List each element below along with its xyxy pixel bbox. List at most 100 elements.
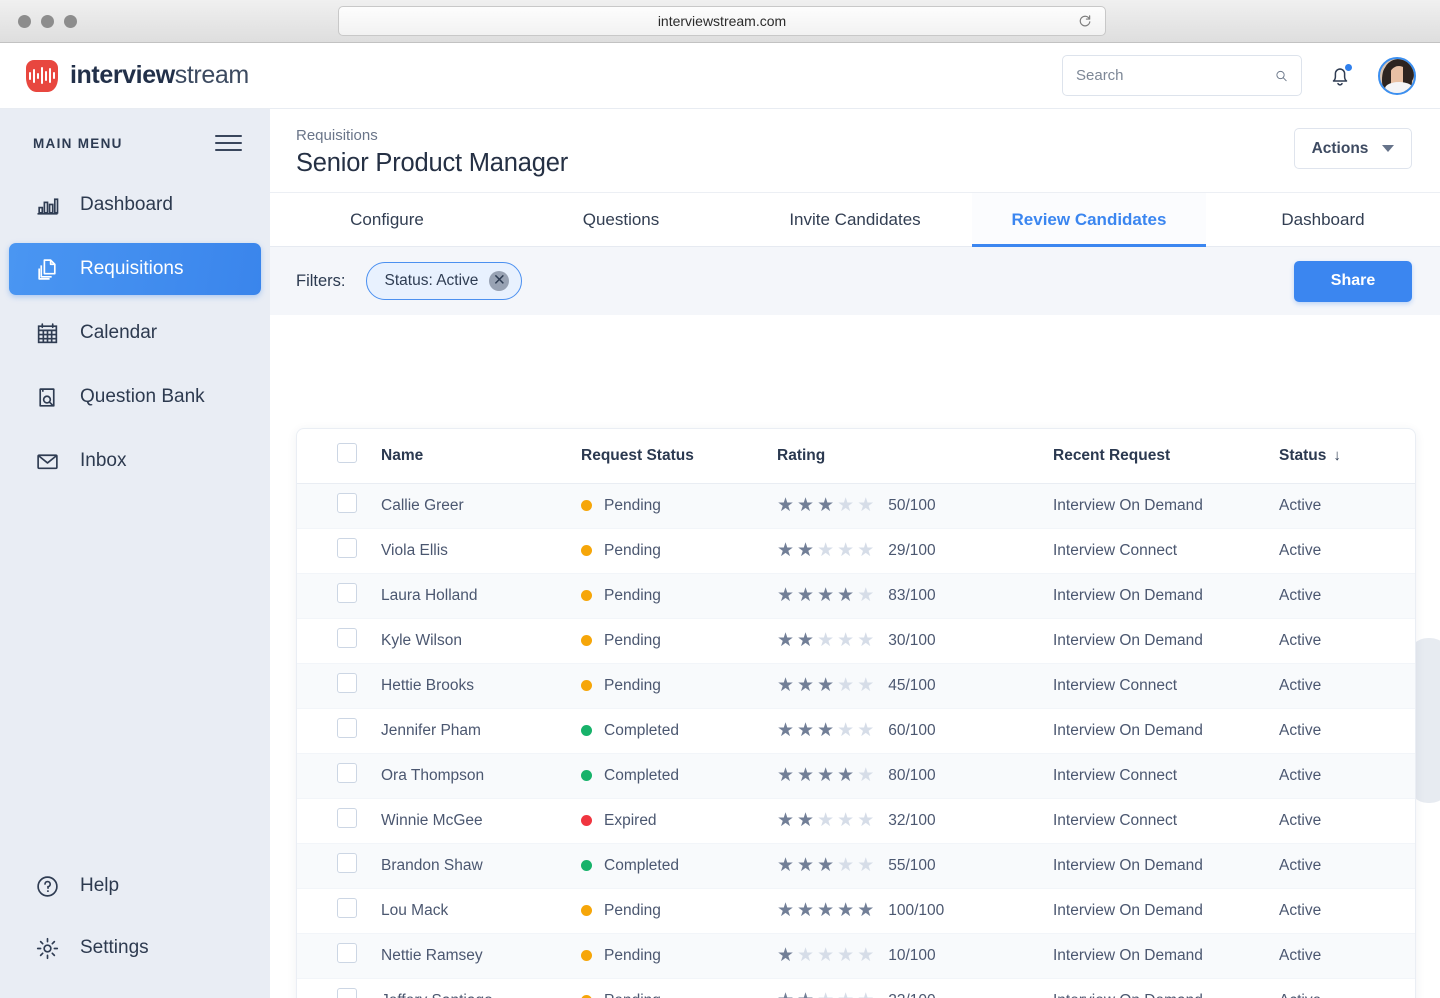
table-row[interactable]: Laura HollandPending★★★★★83/100Interview… <box>297 573 1416 618</box>
column-header-rating[interactable]: Rating <box>777 429 1053 483</box>
star-icon: ★ <box>777 946 794 965</box>
address-bar-url: interviewstream.com <box>658 13 786 29</box>
column-header-name[interactable]: Name <box>381 429 581 483</box>
sidebar-item-settings[interactable]: Settings <box>9 922 261 974</box>
sidebar-item-requisitions[interactable]: Requisitions <box>9 243 261 295</box>
actions-button[interactable]: Actions <box>1294 128 1412 169</box>
star-rating[interactable]: ★★★★★ <box>777 856 874 875</box>
tab-review-candidates[interactable]: Review Candidates <box>972 193 1206 246</box>
star-icon: ★ <box>857 991 874 998</box>
sidebar-item-question-bank[interactable]: Question Bank <box>9 371 261 423</box>
star-rating[interactable]: ★★★★★ <box>777 811 874 830</box>
address-bar[interactable]: interviewstream.com <box>338 6 1106 36</box>
notifications-button[interactable] <box>1328 63 1352 89</box>
cell-rating: ★★★★★60/100 <box>777 708 1053 753</box>
table-row[interactable]: Nettie RamseyPending★★★★★10/100Interview… <box>297 933 1416 978</box>
table-row[interactable]: Kyle WilsonPending★★★★★30/100Interview O… <box>297 618 1416 663</box>
sidebar-item-dashboard[interactable]: Dashboard <box>9 179 261 231</box>
close-window-button[interactable] <box>18 15 31 28</box>
tab-questions[interactable]: Questions <box>504 193 738 246</box>
star-rating[interactable]: ★★★★★ <box>777 766 874 785</box>
row-checkbox[interactable] <box>337 673 357 693</box>
search-input[interactable] <box>1076 67 1275 84</box>
column-header-recent-request[interactable]: Recent Request <box>1053 429 1279 483</box>
maximize-window-button[interactable] <box>64 15 77 28</box>
cell-rating: ★★★★★50/100 <box>777 483 1053 528</box>
star-icon: ★ <box>777 631 794 650</box>
table-row[interactable]: Jennifer PhamCompleted★★★★★60/100Intervi… <box>297 708 1416 753</box>
filter-chip-status-active[interactable]: Status: Active ✕ <box>366 262 523 300</box>
star-icon: ★ <box>797 901 814 920</box>
minimize-window-button[interactable] <box>41 15 54 28</box>
star-icon: ★ <box>777 496 794 515</box>
row-checkbox[interactable] <box>337 538 357 558</box>
cell-name: Lou Mack <box>381 888 581 933</box>
status-dot <box>581 725 592 736</box>
table-row[interactable]: Hettie BrooksPending★★★★★45/100Interview… <box>297 663 1416 708</box>
table-row[interactable]: Brandon ShawCompleted★★★★★55/100Intervie… <box>297 843 1416 888</box>
column-header-request-status[interactable]: Request Status <box>581 429 777 483</box>
cell-recent-request: Interview On Demand <box>1053 618 1279 663</box>
star-rating[interactable]: ★★★★★ <box>777 991 874 998</box>
row-select-cell <box>297 573 381 618</box>
row-checkbox[interactable] <box>337 988 357 998</box>
sidebar-title: MAIN MENU <box>33 136 123 151</box>
star-rating[interactable]: ★★★★★ <box>777 496 874 515</box>
star-rating[interactable]: ★★★★★ <box>777 946 874 965</box>
sidebar-item-label: Help <box>80 875 119 897</box>
star-icon: ★ <box>817 946 834 965</box>
request-status-label: Pending <box>604 947 661 965</box>
close-circle-icon[interactable]: ✕ <box>489 271 509 291</box>
sidebar-item-calendar[interactable]: Calendar <box>9 307 261 359</box>
row-checkbox[interactable] <box>337 898 357 918</box>
row-checkbox[interactable] <box>337 493 357 513</box>
sidebar-item-label: Inbox <box>80 450 126 472</box>
tab-configure[interactable]: Configure <box>270 193 504 246</box>
cell-status: Active <box>1279 978 1416 998</box>
row-checkbox[interactable] <box>337 808 357 828</box>
row-checkbox[interactable] <box>337 943 357 963</box>
brand-logo[interactable]: interviewstream <box>0 60 249 92</box>
table-row[interactable]: Winnie McGeeExpired★★★★★32/100Interview … <box>297 798 1416 843</box>
row-checkbox[interactable] <box>337 583 357 603</box>
star-rating[interactable]: ★★★★★ <box>777 631 874 650</box>
cell-recent-request: Interview On Demand <box>1053 483 1279 528</box>
request-status-label: Completed <box>604 857 679 875</box>
sidebar-item-inbox[interactable]: Inbox <box>9 435 261 487</box>
select-all-checkbox[interactable] <box>337 443 357 463</box>
search-box[interactable] <box>1062 55 1302 96</box>
hamburger-menu-icon[interactable] <box>215 135 242 151</box>
table-row[interactable]: Callie GreerPending★★★★★50/100Interview … <box>297 483 1416 528</box>
tab-invite-candidates[interactable]: Invite Candidates <box>738 193 972 246</box>
user-avatar[interactable] <box>1378 57 1416 95</box>
row-select-cell <box>297 618 381 663</box>
cell-rating: ★★★★★10/100 <box>777 933 1053 978</box>
star-rating[interactable]: ★★★★★ <box>777 721 874 740</box>
row-checkbox[interactable] <box>337 853 357 873</box>
cell-rating: ★★★★★100/100 <box>777 888 1053 933</box>
sidebar-item-help[interactable]: Help <box>9 860 261 912</box>
row-checkbox[interactable] <box>337 763 357 783</box>
table-row[interactable]: Lou MackPending★★★★★100/100Interview On … <box>297 888 1416 933</box>
row-select-cell <box>297 663 381 708</box>
tab-dashboard[interactable]: Dashboard <box>1206 193 1440 246</box>
cell-rating: ★★★★★83/100 <box>777 573 1053 618</box>
star-icon: ★ <box>857 496 874 515</box>
brand-name-light: stream <box>175 61 249 89</box>
row-checkbox[interactable] <box>337 628 357 648</box>
star-rating[interactable]: ★★★★★ <box>777 586 874 605</box>
column-header-status[interactable]: Status↓ <box>1279 429 1416 483</box>
star-rating[interactable]: ★★★★★ <box>777 676 874 695</box>
rating-score: 23/100 <box>888 992 935 998</box>
table-row[interactable]: Jeffery SantiagoPending★★★★★23/100Interv… <box>297 978 1416 998</box>
row-checkbox[interactable] <box>337 718 357 738</box>
cell-request-status: Pending <box>581 483 777 528</box>
search-icon[interactable] <box>1275 66 1288 86</box>
star-rating[interactable]: ★★★★★ <box>777 901 874 920</box>
breadcrumb[interactable]: Requisitions <box>296 127 1440 144</box>
star-rating[interactable]: ★★★★★ <box>777 541 874 560</box>
table-row[interactable]: Viola EllisPending★★★★★29/100Interview C… <box>297 528 1416 573</box>
table-row[interactable]: Ora ThompsonCompleted★★★★★80/100Intervie… <box>297 753 1416 798</box>
share-button[interactable]: Share <box>1294 261 1412 302</box>
reload-icon[interactable] <box>1077 13 1093 29</box>
